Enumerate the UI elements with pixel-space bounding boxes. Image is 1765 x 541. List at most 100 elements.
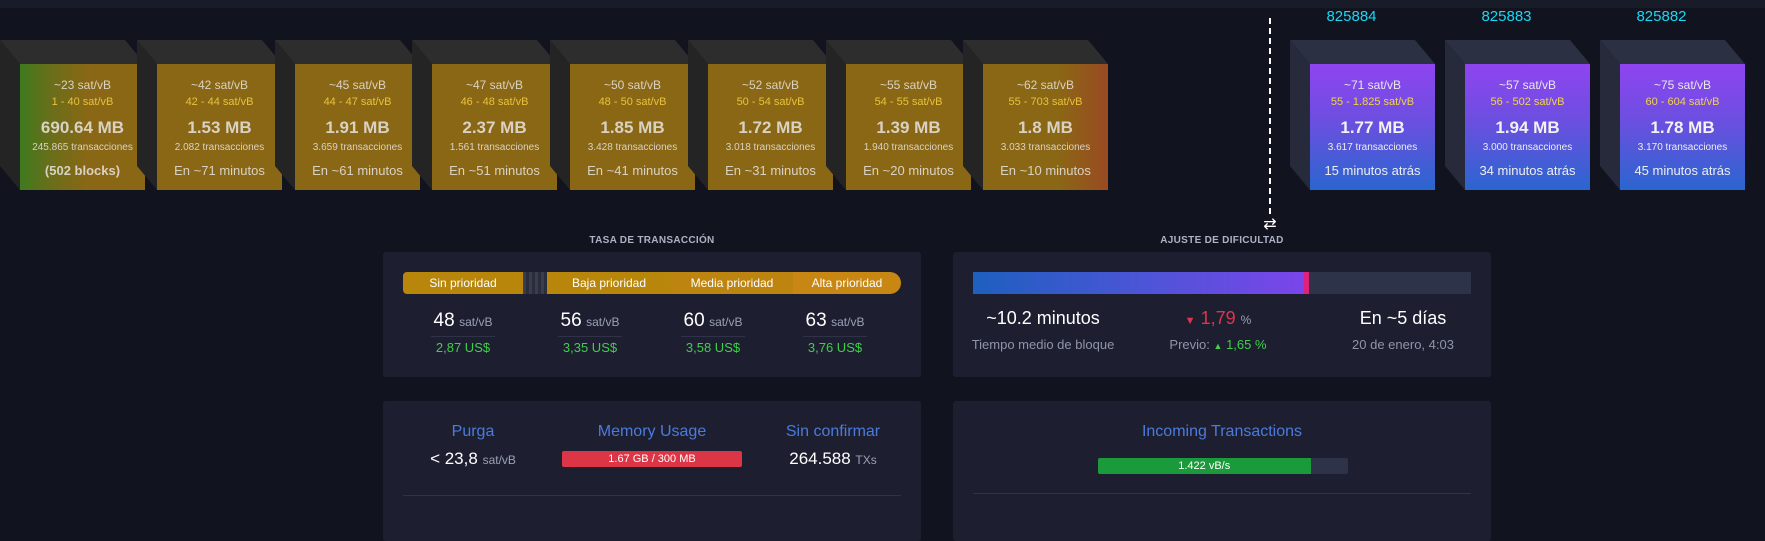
block-median-fee: ~52 sat/vB xyxy=(741,78,800,92)
block-eta: En ~71 minutos xyxy=(174,163,265,178)
mined-block-2[interactable]: ~57 sat/vB 56 - 502 sat/vB 1.94 MB 3.000… xyxy=(1445,40,1590,190)
block-height-link[interactable]: 825884 xyxy=(1289,8,1414,25)
block-tx-count: 1.561 transacciones xyxy=(449,142,540,153)
block-fee-range: 44 - 47 sat/vB xyxy=(323,96,392,108)
fees-section-title: TASA DE TRANSACCIÓN xyxy=(589,235,715,246)
block-size: 1.78 MB xyxy=(1650,118,1715,137)
purge-stat: Purga < 23,8 sat/vB xyxy=(430,423,516,468)
unconfirmed-stat: Sin confirmar 264.588 TXs xyxy=(785,423,881,468)
block-fee-range: 50 - 54 sat/vB xyxy=(736,96,805,108)
fee-estimate-low-priority: 56 sat/vB 3,35 US$ xyxy=(540,310,640,355)
difficulty-progress-bar xyxy=(973,272,1471,294)
block-size: 1.39 MB xyxy=(876,118,941,137)
fee-estimate-medium-priority: 60 sat/vB 3,58 US$ xyxy=(663,310,763,355)
block-eta: En ~31 minutos xyxy=(725,163,816,178)
block-median-fee: ~75 sat/vB xyxy=(1653,78,1712,92)
incoming-title: Incoming Transactions xyxy=(1141,423,1303,440)
block-tx-count: 245.865 transacciones xyxy=(32,142,133,153)
caret-down-icon: ▼ xyxy=(1184,315,1196,327)
divider xyxy=(403,495,901,496)
block-fee-range: 56 - 502 sat/vB xyxy=(1490,96,1565,108)
block-height-link[interactable]: 825882 xyxy=(1599,8,1724,25)
mempool-blockchain-divider xyxy=(1269,18,1271,214)
memory-usage-stat: Memory Usage 1.67 GB / 300 MB xyxy=(557,423,747,467)
block-fee-range: 60 - 604 sat/vB xyxy=(1645,96,1720,108)
block-median-fee: ~57 sat/vB xyxy=(1498,78,1557,92)
block-time-ago: 34 minutos atrás xyxy=(1479,163,1576,178)
caret-up-icon: ▲ xyxy=(1213,341,1223,351)
fee-gap xyxy=(523,272,547,294)
block-size: 1.94 MB xyxy=(1495,118,1560,137)
block-eta: En ~20 minutos xyxy=(863,163,954,178)
block-fee-range: 42 - 44 sat/vB xyxy=(185,96,254,108)
block-fee-range: 1 - 40 sat/vB xyxy=(51,96,114,108)
incoming-rate-fill: 1.422 vB/s xyxy=(1098,458,1311,474)
block-median-fee: ~71 sat/vB xyxy=(1343,78,1402,92)
block-fee-range: 54 - 55 sat/vB xyxy=(874,96,943,108)
block-fee-range: 55 - 703 sat/vB xyxy=(1008,96,1083,108)
mempool-block-5[interactable]: ~50 sat/vB 48 - 50 sat/vB 1.85 MB 3.428 … xyxy=(550,40,695,190)
block-time-ago: 45 minutos atrás xyxy=(1634,163,1731,178)
no-priority-label: Sin prioridad xyxy=(403,272,523,294)
low-priority-label: Baja prioridad xyxy=(547,272,671,294)
block-median-fee: ~42 sat/vB xyxy=(190,78,249,92)
block-tx-count: 3.617 transacciones xyxy=(1327,142,1418,153)
fees-panel: Sin prioridad Baja prioridad Media prior… xyxy=(383,252,921,377)
block-size: 1.85 MB xyxy=(600,118,665,137)
block-size: 1.91 MB xyxy=(325,118,390,137)
difficulty-progress-fill xyxy=(973,272,1307,294)
medium-priority-label: Media prioridad xyxy=(671,272,793,294)
mempool-block-6[interactable]: ~52 sat/vB 50 - 54 sat/vB 1.72 MB 3.018 … xyxy=(688,40,833,190)
mempool-block-8[interactable]: ~62 sat/vB 55 - 703 sat/vB 1.8 MB 3.033 … xyxy=(963,40,1108,190)
block-median-fee: ~47 sat/vB xyxy=(465,78,524,92)
block-size: 1.53 MB xyxy=(187,118,252,137)
fee-estimate-no-priority: 48 sat/vB 2,87 US$ xyxy=(413,310,513,355)
block-size: 690.64 MB xyxy=(40,118,125,137)
difficulty-panel[interactable]: ~10.2 minutos Tiempo medio de bloque ▼ 1… xyxy=(953,252,1491,377)
block-size: 1.8 MB xyxy=(1018,118,1073,137)
block-height-link[interactable]: 825883 xyxy=(1444,8,1569,25)
block-tx-count: 2.082 transacciones xyxy=(174,142,265,153)
mined-block-3[interactable]: ~75 sat/vB 60 - 604 sat/vB 1.78 MB 3.170… xyxy=(1600,40,1745,190)
incoming-rate-bar: 1.422 vB/s xyxy=(1098,458,1348,474)
block-median-fee: ~50 sat/vB xyxy=(603,78,662,92)
block-tx-count: 3.659 transacciones xyxy=(312,142,403,153)
mempool-block-7[interactable]: ~55 sat/vB 54 - 55 sat/vB 1.39 MB 1.940 … xyxy=(826,40,971,190)
mined-block-1[interactable]: ~71 sat/vB 55 - 1.825 sat/vB 1.77 MB 3.6… xyxy=(1290,40,1435,190)
block-eta: En ~41 minutos xyxy=(587,163,678,178)
mempool-block-2[interactable]: ~42 sat/vB 42 - 44 sat/vB 1.53 MB 2.082 … xyxy=(137,40,282,190)
block-size: 2.37 MB xyxy=(462,118,527,137)
block-eta: En ~10 minutos xyxy=(1000,163,1091,178)
block-tx-count: 3.018 transacciones xyxy=(725,142,816,153)
block-median-fee: ~55 sat/vB xyxy=(879,78,938,92)
top-band xyxy=(0,0,1765,8)
block-tx-count: 3.170 transacciones xyxy=(1637,142,1728,153)
block-tx-count: 3.000 transacciones xyxy=(1482,142,1573,153)
block-median-fee: ~62 sat/vB xyxy=(1016,78,1075,92)
block-tx-count: 1.940 transacciones xyxy=(863,142,954,153)
difficulty-current-marker xyxy=(1303,272,1309,294)
fee-estimate-high-priority: 63 sat/vB 3,76 US$ xyxy=(785,310,885,355)
avg-block-time: ~10.2 minutos Tiempo medio de bloque xyxy=(971,308,1115,352)
swap-arrows-icon[interactable]: ⇄ xyxy=(1261,216,1279,234)
block-size: 1.77 MB xyxy=(1340,118,1405,137)
memory-usage-bar: 1.67 GB / 300 MB xyxy=(562,451,742,467)
mempool-block-1[interactable]: ~23 sat/vB 1 - 40 sat/vB 690.64 MB 245.8… xyxy=(0,40,145,190)
block-eta: En ~51 minutos xyxy=(449,163,540,178)
mempool-block-3[interactable]: ~45 sat/vB 44 - 47 sat/vB 1.91 MB 3.659 … xyxy=(275,40,420,190)
block-median-fee: ~45 sat/vB xyxy=(328,78,387,92)
block-time-ago: 15 minutos atrás xyxy=(1324,163,1421,178)
block-tx-count: 3.428 transacciones xyxy=(587,142,678,153)
mempool-block-4[interactable]: ~47 sat/vB 46 - 48 sat/vB 2.37 MB 1.561 … xyxy=(412,40,557,190)
block-size: 1.72 MB xyxy=(738,118,803,137)
block-eta: En ~61 minutos xyxy=(312,163,403,178)
block-eta: (502 blocks) xyxy=(44,163,121,178)
block-tx-count: 3.033 transacciones xyxy=(1000,142,1091,153)
fee-priority-bar: Sin prioridad Baja prioridad Media prior… xyxy=(403,272,901,294)
block-fee-range: 46 - 48 sat/vB xyxy=(460,96,529,108)
incoming-transactions-panel: Incoming Transactions 1.422 vB/s xyxy=(953,401,1491,541)
difficulty-eta: En ~5 días 20 de enero, 4:03 xyxy=(1352,308,1454,352)
mempool-stats-panel: Purga < 23,8 sat/vB Memory Usage 1.67 GB… xyxy=(383,401,921,541)
difficulty-change: ▼ 1,79 % Previo: ▲ 1,65 % xyxy=(1169,308,1267,352)
block-fee-range: 48 - 50 sat/vB xyxy=(598,96,667,108)
